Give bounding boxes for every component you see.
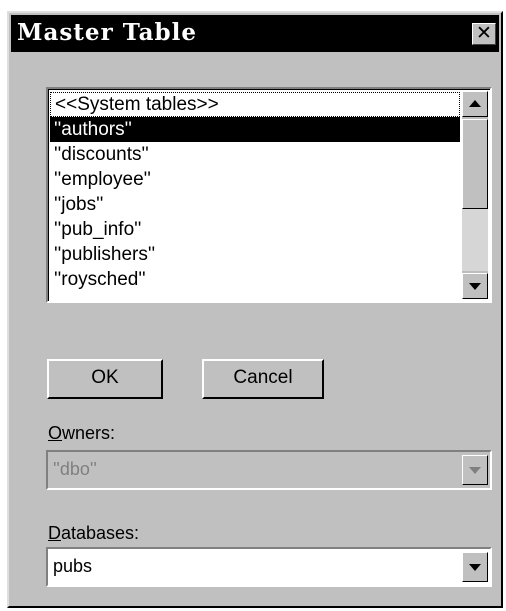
cancel-button[interactable]: Cancel	[202, 359, 324, 399]
owners-label: Owners:	[48, 423, 115, 444]
title-bar[interactable]: Master Table ✕	[11, 15, 499, 52]
scroll-thumb[interactable]	[462, 119, 488, 209]
databases-label: Databases:	[48, 523, 139, 544]
databases-combobox[interactable]: pubs	[46, 547, 492, 587]
tables-list-items: <<System tables>> ''authors'' ''discount…	[50, 92, 460, 292]
chevron-down-icon	[469, 564, 481, 571]
vertical-scrollbar[interactable]	[462, 91, 488, 299]
list-item-jobs[interactable]: ''jobs''	[50, 192, 460, 217]
owners-label-text: wners:	[62, 423, 116, 443]
scroll-up-button[interactable]	[462, 91, 488, 117]
list-item-discounts[interactable]: ''discounts''	[50, 142, 460, 167]
list-item-publishers[interactable]: ''publishers''	[50, 242, 460, 267]
owners-dropdown-button	[462, 455, 488, 485]
dialog-title: Master Table	[17, 19, 197, 46]
databases-value: pubs	[53, 556, 93, 576]
owners-combobox: ''dbo''	[46, 450, 492, 490]
list-item-system-tables[interactable]: <<System tables>>	[50, 92, 460, 117]
list-item-pub-info[interactable]: ''pub_info''	[50, 217, 460, 242]
chevron-down-icon	[469, 467, 481, 474]
databases-label-mnemonic: D	[48, 523, 61, 543]
master-table-dialog: Master Table ✕ <<System tables>> ''autho…	[7, 11, 503, 608]
arrow-up-icon	[469, 100, 481, 107]
list-item-roysched[interactable]: ''roysched''	[50, 267, 460, 292]
ok-button[interactable]: OK	[47, 359, 163, 399]
databases-label-text: atabases:	[61, 523, 140, 543]
list-item-authors[interactable]: ''authors''	[50, 117, 460, 142]
arrow-down-icon	[469, 283, 481, 290]
databases-dropdown-button[interactable]	[462, 552, 488, 582]
tables-listbox[interactable]: <<System tables>> ''authors'' ''discount…	[46, 87, 492, 303]
scroll-down-button[interactable]	[462, 273, 488, 299]
close-icon: ✕	[476, 22, 492, 44]
list-item-employee[interactable]: ''employee''	[50, 167, 460, 192]
close-button[interactable]: ✕	[472, 23, 496, 45]
scroll-track[interactable]	[462, 209, 488, 271]
owners-label-mnemonic: O	[48, 423, 63, 443]
owners-value: ''dbo''	[53, 459, 97, 479]
